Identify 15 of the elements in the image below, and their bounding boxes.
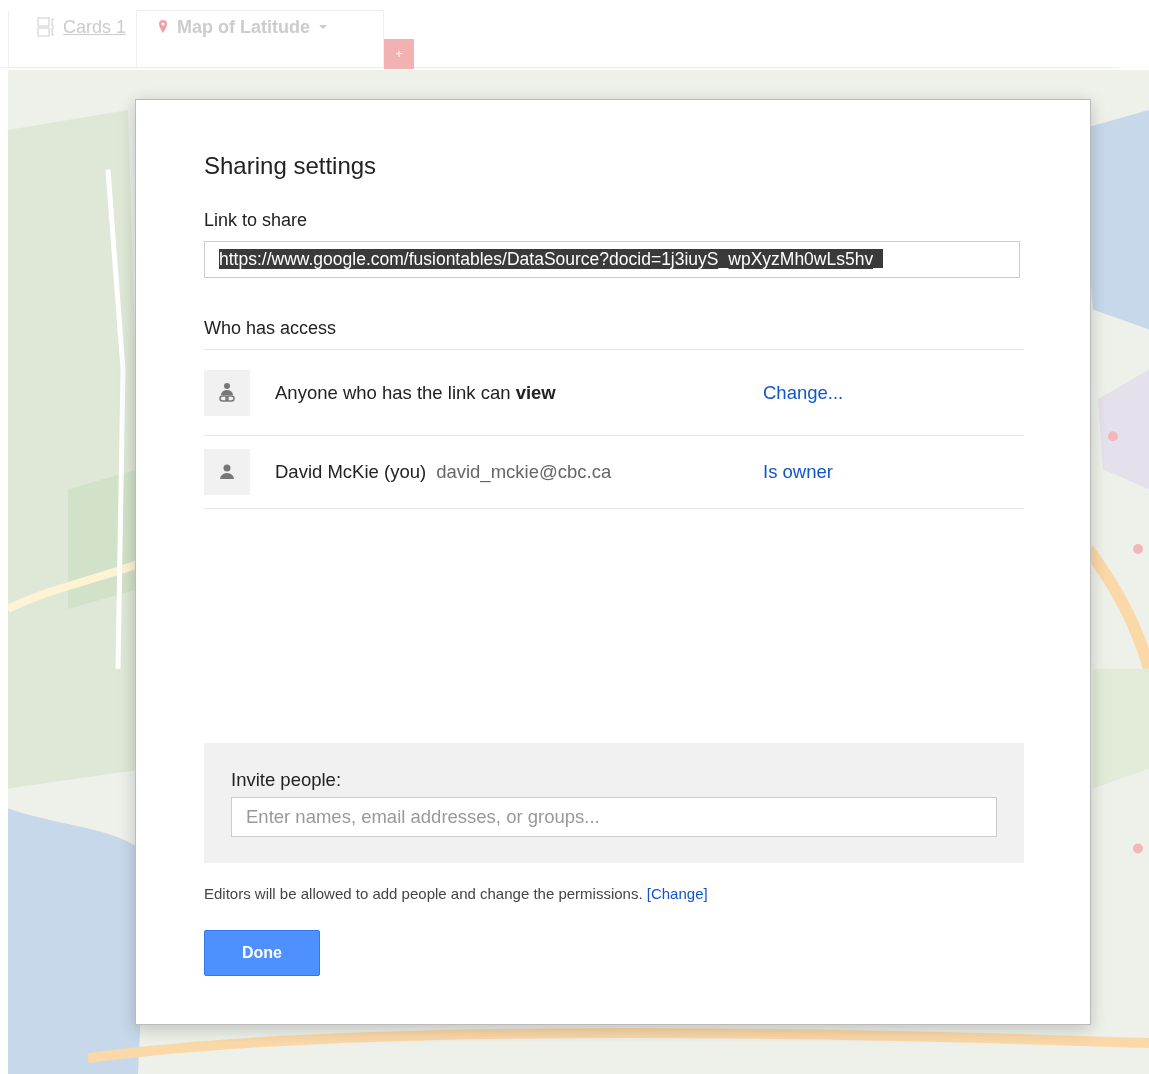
link-label: Link to share <box>204 210 309 231</box>
dialog-title: Sharing settings <box>204 152 378 180</box>
change-link[interactable]: Change... <box>763 381 844 404</box>
link-field[interactable]: https://www.google.com/fusiontables/DataSource?docid=1j3iuyS_wpXyzMh0wLs5hv_ <box>204 241 1020 278</box>
owner-role: Is owner <box>763 461 833 483</box>
permissions-note: Editors will be allowed to add people and change the permissions. <box>204 885 643 902</box>
person-email: david_mckie@cbc.ca <box>436 461 612 482</box>
invite-label: Invite people: <box>231 769 343 791</box>
access-heading: Who has access <box>204 318 1024 350</box>
invite-field[interactable]: Enter names, email addresses, or groups... <box>231 797 997 837</box>
person-name: David McKie (you) <box>275 461 427 482</box>
access-description: Anyone who has the link can view <box>275 381 556 403</box>
change-permissions-link[interactable]: [Change] <box>646 885 708 902</box>
add-tab-button[interactable]: + <box>384 39 414 69</box>
done-button[interactable]: Done <box>204 930 320 976</box>
